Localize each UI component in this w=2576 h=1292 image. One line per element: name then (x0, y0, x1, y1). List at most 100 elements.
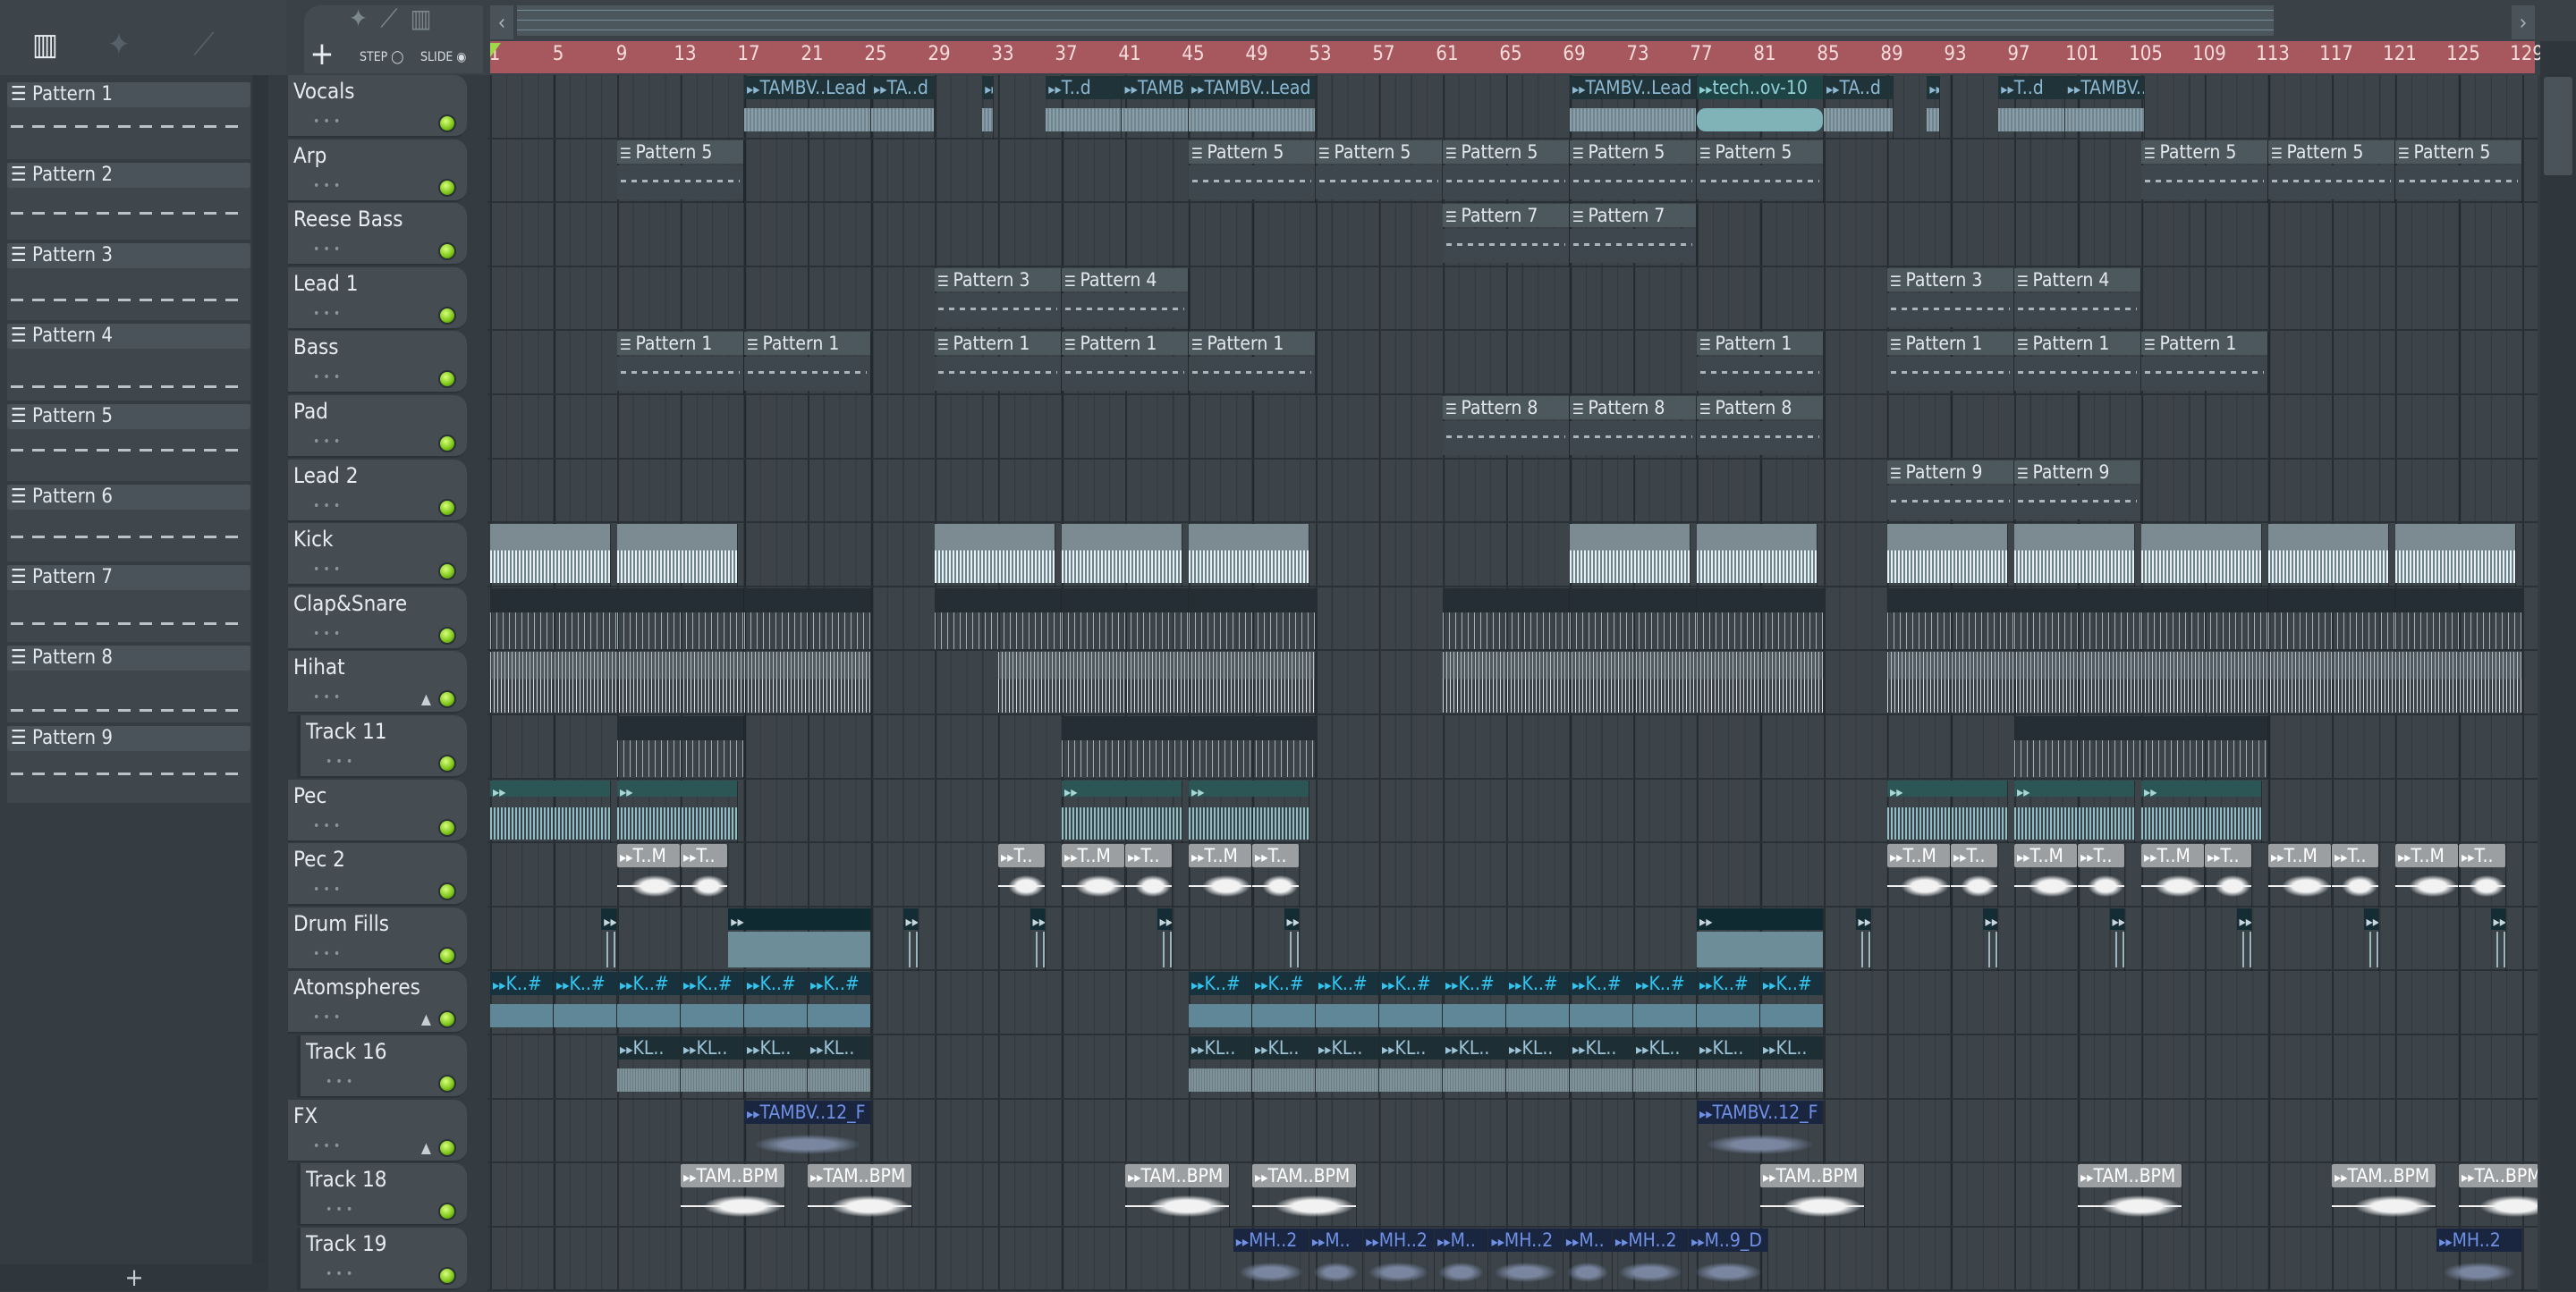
playlist-clip[interactable] (1887, 652, 2522, 715)
track-options-icon[interactable]: • • • (313, 307, 340, 321)
playlist-clip[interactable]: ▸▸TAM..BPM (1760, 1164, 1866, 1228)
playlist-clip[interactable]: ▸▸ (617, 780, 738, 843)
pattern-item[interactable]: ☰ Pattern 2 (7, 163, 250, 241)
playlist-clip[interactable] (1887, 524, 2008, 587)
automation-icon[interactable]: ⟋ (380, 4, 411, 33)
playlist-clip[interactable]: ▸▸ (1855, 908, 1872, 971)
playlist-clip[interactable]: ▸▸M.. (1309, 1228, 1364, 1291)
playlist-clip[interactable]: ▸▸KL.. (744, 1036, 808, 1099)
track-header[interactable]: Kick • • • (288, 523, 467, 587)
playlist-clip[interactable]: ▸▸ (1887, 780, 2008, 843)
track-options-icon[interactable]: • • • (313, 690, 340, 705)
playlist-clip[interactable]: ▸▸K..# (490, 972, 554, 1035)
playlist-clip[interactable]: ▸▸T.. (1125, 844, 1174, 908)
playlist-clip[interactable]: ▸▸K..# (617, 972, 681, 1035)
playlist-clip[interactable]: ▸▸ (601, 908, 617, 971)
playlist-clip[interactable] (1062, 524, 1182, 587)
add-pattern-button[interactable]: + (0, 1264, 268, 1291)
track-header[interactable]: Track 19 • • • (297, 1227, 467, 1290)
playlist-clip[interactable] (1697, 524, 1818, 587)
vertical-scrollbar[interactable] (2540, 41, 2576, 1291)
playlist-clip[interactable] (1062, 716, 1316, 779)
playlist-clip[interactable]: ☰ Pattern 1 (2014, 332, 2141, 395)
piano-roll-icon[interactable]: ▥ (32, 27, 58, 63)
track-header[interactable]: Reese Bass • • • (288, 203, 467, 266)
track-options-icon[interactable]: • • • (313, 435, 340, 449)
playlist-clip[interactable]: ☰ Pattern 5 (1316, 139, 1443, 203)
playlist-clip[interactable]: ▸▸KL.. (681, 1036, 744, 1099)
playlist-clip[interactable]: ▸▸ (2014, 780, 2135, 843)
track-mute-led[interactable] (438, 435, 456, 452)
playlist-clip[interactable]: ☰ Pattern 8 (1697, 396, 1824, 459)
playlist-clip[interactable]: ▸▸KL.. (1189, 1036, 1252, 1099)
playlist-clip[interactable]: ▸▸KL.. (1252, 1036, 1316, 1099)
playlist-clip[interactable]: ▸▸K..# (1252, 972, 1316, 1035)
track-header[interactable]: FX • • • ▲ (288, 1099, 467, 1162)
track-mute-led[interactable] (438, 1010, 456, 1029)
track-options-icon[interactable]: • • • (313, 499, 340, 513)
track-header[interactable]: Pec 2 • • • (288, 843, 467, 907)
playlist-clip[interactable]: ▸▸T.. (998, 844, 1046, 908)
picker-scrollbar[interactable] (252, 75, 268, 1264)
playlist-clip[interactable]: ▸▸TAMBV..12_F (744, 1100, 871, 1163)
track-mute-led[interactable] (438, 755, 456, 773)
playlist-clip[interactable]: ▸▸K..# (1379, 972, 1443, 1035)
playlist-clip[interactable]: ☰ Pattern 1 (935, 332, 1062, 395)
collapse-group-icon[interactable]: ▲ (421, 1139, 431, 1156)
playlist-clip[interactable]: ▸▸ (2363, 908, 2380, 971)
playlist-clip[interactable]: ▸▸K..# (808, 972, 871, 1035)
playlist-clip[interactable]: ▸▸TAMBV..Lead (2064, 76, 2145, 139)
track-header[interactable]: Hihat • • • ▲ (288, 651, 467, 714)
playlist-clip[interactable]: ▸▸T..d (1998, 76, 2065, 139)
playlist-clip[interactable]: ▸▸K..# (1697, 972, 1760, 1035)
playlist-clip[interactable]: ▸▸TAMBV..12_F (1697, 1100, 1824, 1163)
playlist-clip[interactable]: ☰ Pattern 5 (1570, 139, 1697, 203)
track-header[interactable]: Clap&Snare • • • (288, 587, 467, 650)
playlist-clip[interactable]: ▸▸KL.. (617, 1036, 681, 1099)
playlist-clip[interactable] (2141, 587, 2268, 651)
playlist-clip[interactable]: ▸▸KL.. (808, 1036, 871, 1099)
playlist-clip[interactable]: ☰ Pattern 1 (1189, 332, 1316, 395)
playlist-clip[interactable]: ▸▸TA..d (871, 76, 935, 139)
track-options-icon[interactable]: • • • (313, 1139, 340, 1153)
playlist-clip[interactable]: ▸▸TAMBV..Lead (744, 76, 871, 139)
track-header[interactable]: Lead 2 • • • (288, 459, 467, 522)
playlist-clip[interactable] (2014, 716, 2268, 779)
playlist-clip[interactable]: ☰ Pattern 5 (2268, 139, 2395, 203)
track-header[interactable]: Pec • • • (288, 779, 467, 842)
pattern-item[interactable]: ☰ Pattern 9 (7, 726, 250, 805)
track-options-icon[interactable]: • • • (326, 1203, 352, 1217)
timeline-ruler[interactable]: 1 5 9 13 17 21 25 29 33 37 41 45 49 53 57 61 65 69 73 77 81 8… (489, 41, 2544, 73)
automation-icon[interactable]: ⟋ (193, 27, 215, 63)
playlist-clip[interactable] (1697, 587, 1824, 651)
playlist-clip[interactable]: ▸▸TAMBV..Lead (1570, 76, 1697, 139)
playlist-clip[interactable]: ▸▸M.. (1435, 1228, 1489, 1291)
playlist-clip[interactable]: ☰ Pattern 5 (1443, 139, 1570, 203)
track-options-icon[interactable]: • • • (313, 882, 340, 897)
track-mute-led[interactable] (438, 946, 456, 965)
playlist-clip[interactable]: ▸▸KL.. (1570, 1036, 1633, 1099)
playlist-clip[interactable]: ▸▸KL.. (1697, 1036, 1760, 1099)
track-header[interactable]: Arp • • • (288, 139, 467, 202)
playlist-clip[interactable]: ▸▸T.. (2459, 844, 2507, 908)
playlist-clip[interactable]: ☰ Pattern 8 (1443, 396, 1570, 459)
playlist-clip[interactable]: ☰ Pattern 1 (1697, 332, 1824, 395)
scroll-left-button[interactable]: ‹ (490, 5, 513, 39)
playlist-clip[interactable]: ▸▸M.. (1563, 1228, 1613, 1291)
scroll-right-button[interactable]: › (2512, 5, 2535, 39)
track-options-icon[interactable]: • • • (313, 562, 340, 577)
playlist-clip[interactable]: ▸▸MH..2 (1612, 1228, 1690, 1291)
playlist-clip[interactable] (998, 652, 1316, 715)
playlist-clip[interactable]: ☰ Pattern 9 (1887, 460, 2014, 523)
pattern-item[interactable]: ☰ Pattern 1 (7, 82, 250, 161)
playhead-marker[interactable] (490, 43, 501, 57)
playlist-clip[interactable]: ▸▸K..# (1633, 972, 1697, 1035)
playlist-clip[interactable]: ▸▸T..M (1887, 844, 1951, 908)
track-options-icon[interactable]: • • • (326, 1267, 352, 1281)
playlist-clip[interactable] (2141, 524, 2262, 587)
piano-roll-icon[interactable]: ▥ (411, 4, 445, 33)
track-mute-led[interactable] (438, 1266, 456, 1285)
pattern-item[interactable]: ☰ Pattern 3 (7, 243, 250, 322)
playlist-clip[interactable]: ▸▸MH..2 (1488, 1228, 1563, 1291)
track-options-icon[interactable]: • • • (313, 370, 340, 384)
